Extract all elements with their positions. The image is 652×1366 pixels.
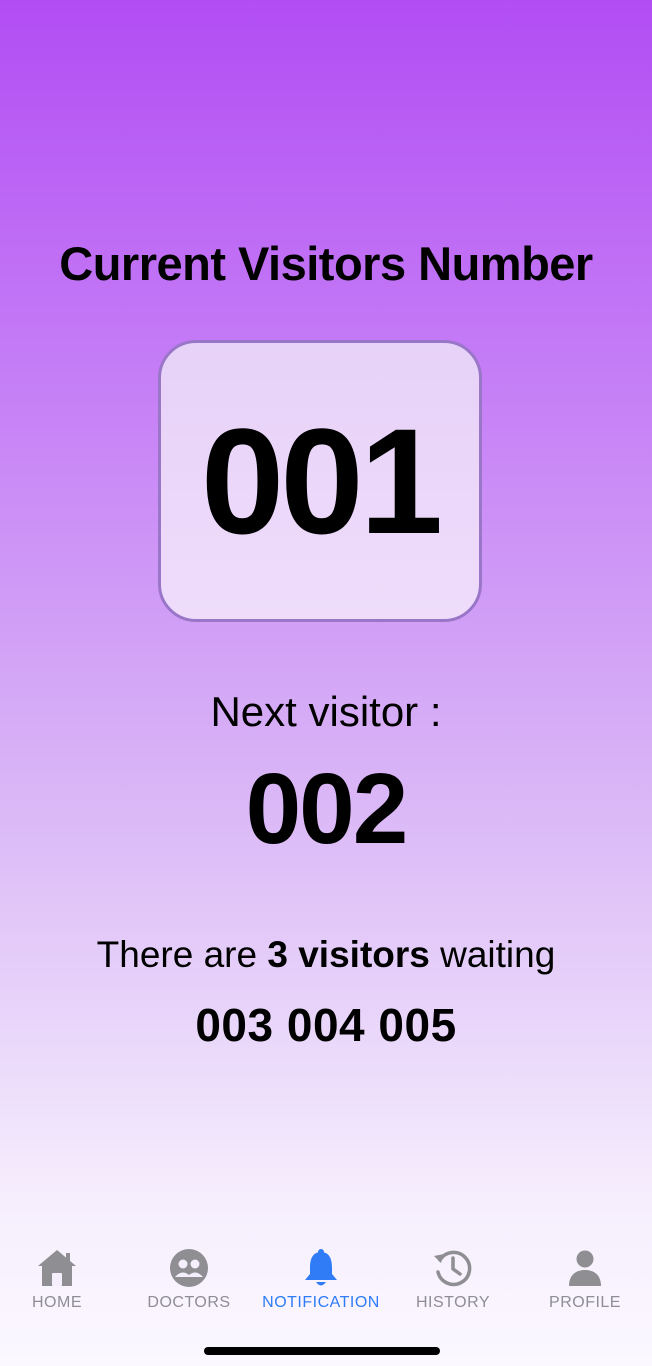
history-icon [434,1250,472,1287]
page-title: Current Visitors Number [59,237,593,290]
home-indicator [204,1347,440,1355]
waiting-suffix: waiting [429,934,556,975]
tab-history[interactable]: HISTORY [388,1236,518,1316]
waiting-prefix: There are [96,934,268,975]
tab-history-label: HISTORY [415,1294,491,1311]
notification-screen: Current Visitors Number 001 Next visitor… [0,0,652,1366]
waiting-summary: There are 3 visitors waiting [0,934,652,976]
next-visitor-label: Next visitor : [210,688,442,735]
next-visitor-number: 002 [245,753,409,865]
bell-icon [305,1249,337,1286]
tab-profile[interactable]: PROFILE [520,1236,650,1316]
person-icon [569,1250,601,1286]
tab-notification-label: NOTIFICATION [262,1294,380,1311]
waiting-count: 3 visitors [267,934,430,975]
tab-profile-label: PROFILE [549,1294,621,1311]
tab-doctors[interactable]: DOCTORS [124,1236,254,1316]
current-visitor-number: 001 [200,396,443,565]
doctors-icon [170,1249,208,1287]
current-visitor-card: 001 [158,340,482,622]
tab-home[interactable]: HOME [0,1236,122,1316]
home-icon [38,1250,76,1286]
tab-notification[interactable]: NOTIFICATION [256,1236,386,1316]
tab-bar: HOME DOCTORS NOTIFICATION HISTORY PROFIL… [0,1236,652,1326]
tab-doctors-label: DOCTORS [147,1294,231,1311]
tab-home-label: HOME [32,1294,82,1311]
waiting-visitor-numbers: 003 004 005 [195,999,457,1051]
